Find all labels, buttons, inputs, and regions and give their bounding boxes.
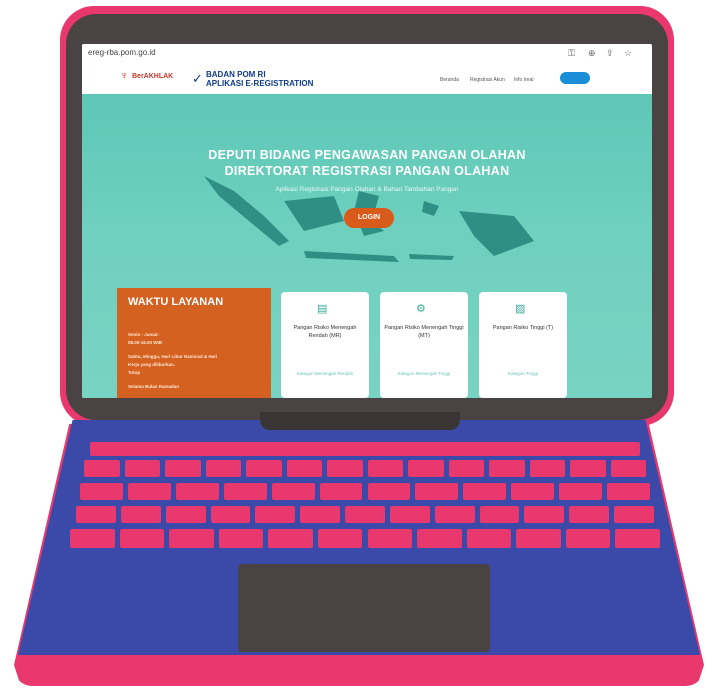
keyboard-key	[70, 529, 115, 548]
keyboard-key	[300, 506, 341, 523]
keyboard-key	[246, 460, 282, 477]
keyboard-key	[165, 506, 206, 523]
keyboard-key	[327, 460, 363, 477]
keyboard-key	[80, 483, 123, 500]
keyboard-key	[466, 529, 512, 548]
keyboard-key	[408, 460, 444, 477]
key-icon[interactable]: ⚿	[568, 48, 575, 59]
keyboard-key	[119, 529, 165, 548]
star-icon[interactable]: ☆	[624, 48, 632, 59]
share-icon[interactable]: ⇪	[606, 48, 614, 59]
keyboard-key	[479, 506, 520, 523]
app-name: APLIKASI E-REGISTRATION	[206, 79, 314, 88]
keyboard-key	[268, 529, 313, 548]
category-card-t[interactable]: ▨ Pangan Risiko Tinggi (T) Kategori Ting…	[479, 292, 567, 398]
keyboard-key	[559, 483, 603, 500]
hero-subtitle: Aplikasi Registrasi Pangan Olahan & Baha…	[275, 186, 459, 193]
service-hours-line: Selama Bulan Ramadan	[128, 384, 180, 389]
card-title: Pangan Risiko Tinggi (T)	[492, 325, 554, 331]
keyboard-key	[271, 483, 315, 500]
keyboard-key	[223, 483, 267, 500]
berakhlak-logo: BerAKHLAK	[132, 73, 174, 80]
keyboard-key	[489, 460, 525, 477]
keyboard-key	[615, 529, 660, 548]
service-hours-line: 08.00-16.00 WIB	[128, 340, 163, 345]
keyboard-key	[516, 529, 561, 548]
keyboard-key	[389, 506, 430, 523]
keyboard-key	[210, 506, 251, 523]
category-card-mr[interactable]: ▤ Pangan Risiko Menengah Rendah (MR) Kat…	[281, 292, 369, 398]
keyboard-key	[367, 460, 403, 477]
org-name: BADAN POM RI	[206, 70, 266, 79]
keyboard-key	[317, 529, 363, 548]
keyboard-key	[610, 460, 646, 477]
keyboard-key	[255, 506, 296, 523]
keyboard-key	[124, 460, 160, 477]
card-link[interactable]: Kategori Menengah Tinggi	[384, 370, 464, 377]
browser-address-bar[interactable]: ereg-rba.pom.go.id ⚿ ⊕ ⇪ ☆	[82, 44, 652, 65]
service-hours-title: WAKTU LAYANAN	[128, 296, 224, 308]
torch-icon: ♆	[120, 70, 129, 82]
nav-info[interactable]: Info Ireal	[514, 77, 533, 83]
nav-beranda[interactable]: Beranda	[440, 77, 459, 83]
card-title: Pangan Risiko Menengah Tinggi (MT)	[384, 325, 464, 339]
partner-logo	[560, 72, 590, 84]
keyboard-key	[120, 506, 161, 523]
nav-registrasi-akun[interactable]: Registrasi Akun	[470, 77, 505, 83]
keyboard-key	[448, 460, 484, 477]
keyboard-key	[286, 460, 322, 477]
keyboard-key	[524, 506, 565, 523]
keyboard-key	[205, 460, 241, 477]
keyboard-key	[90, 442, 640, 456]
keyboard-key	[565, 529, 611, 548]
service-hours-line: Tutup	[128, 370, 141, 375]
card-link[interactable]: Kategori Tinggi	[483, 370, 563, 377]
service-hours-line: Sabtu, Minggu, Hari Libur Nasional & Har…	[128, 354, 218, 359]
url-text[interactable]: ereg-rba.pom.go.id	[88, 48, 156, 57]
keyboard-key	[463, 483, 507, 500]
category-card-mt[interactable]: ⚙ Pangan Risiko Menengah Tinggi (MT) Kat…	[380, 292, 468, 398]
keyboard-key	[570, 460, 606, 477]
keyboard-key	[367, 529, 413, 548]
service-hours-line: Senin - Jumat:	[128, 332, 160, 337]
keyboard-key	[76, 506, 116, 523]
service-hours-line: Kerja yang diliburkan.	[128, 362, 176, 367]
laptop-hinge	[260, 412, 460, 430]
card-link[interactable]: Kategori Menengah Rendah	[285, 370, 365, 377]
keyboard-key	[614, 506, 654, 523]
keyboard-key	[607, 483, 650, 500]
document-icon: ▤	[317, 303, 328, 315]
keyboard-key	[218, 529, 264, 548]
keyboard-key	[569, 506, 610, 523]
keyboard-key	[529, 460, 565, 477]
image-icon: ▨	[515, 303, 526, 315]
keyboard-key	[511, 483, 555, 500]
keyboard-key	[415, 483, 459, 500]
keyboard-key	[84, 460, 120, 477]
keyboard-key	[434, 506, 475, 523]
keyboard-key	[319, 483, 363, 500]
screen: ereg-rba.pom.go.id ⚿ ⊕ ⇪ ☆ BerAKHLAK ♆ ✓…	[82, 44, 652, 398]
keyboard-key	[367, 483, 411, 500]
keyboard-key	[127, 483, 171, 500]
bpom-logo-icon: ✓	[192, 71, 203, 86]
card-title: Pangan Risiko Menengah Rendah (MR)	[293, 325, 357, 339]
keyboard-key	[345, 506, 385, 523]
trackpad	[238, 564, 490, 652]
keyboard-key	[417, 529, 462, 548]
keyboard-key	[165, 460, 201, 477]
zoom-icon[interactable]: ⊕	[588, 48, 596, 59]
hero-title-line1: DEPUTI BIDANG PENGAWASAN PANGAN OLAHAN	[208, 148, 526, 162]
login-button[interactable]: LOGIN	[344, 208, 394, 228]
settings-icon: ⚙	[416, 303, 426, 315]
keyboard-key	[175, 483, 219, 500]
keyboard-key	[169, 529, 214, 548]
hero-title-line2: DIREKTORAT REGISTRASI PANGAN OLAHAN	[224, 164, 510, 178]
